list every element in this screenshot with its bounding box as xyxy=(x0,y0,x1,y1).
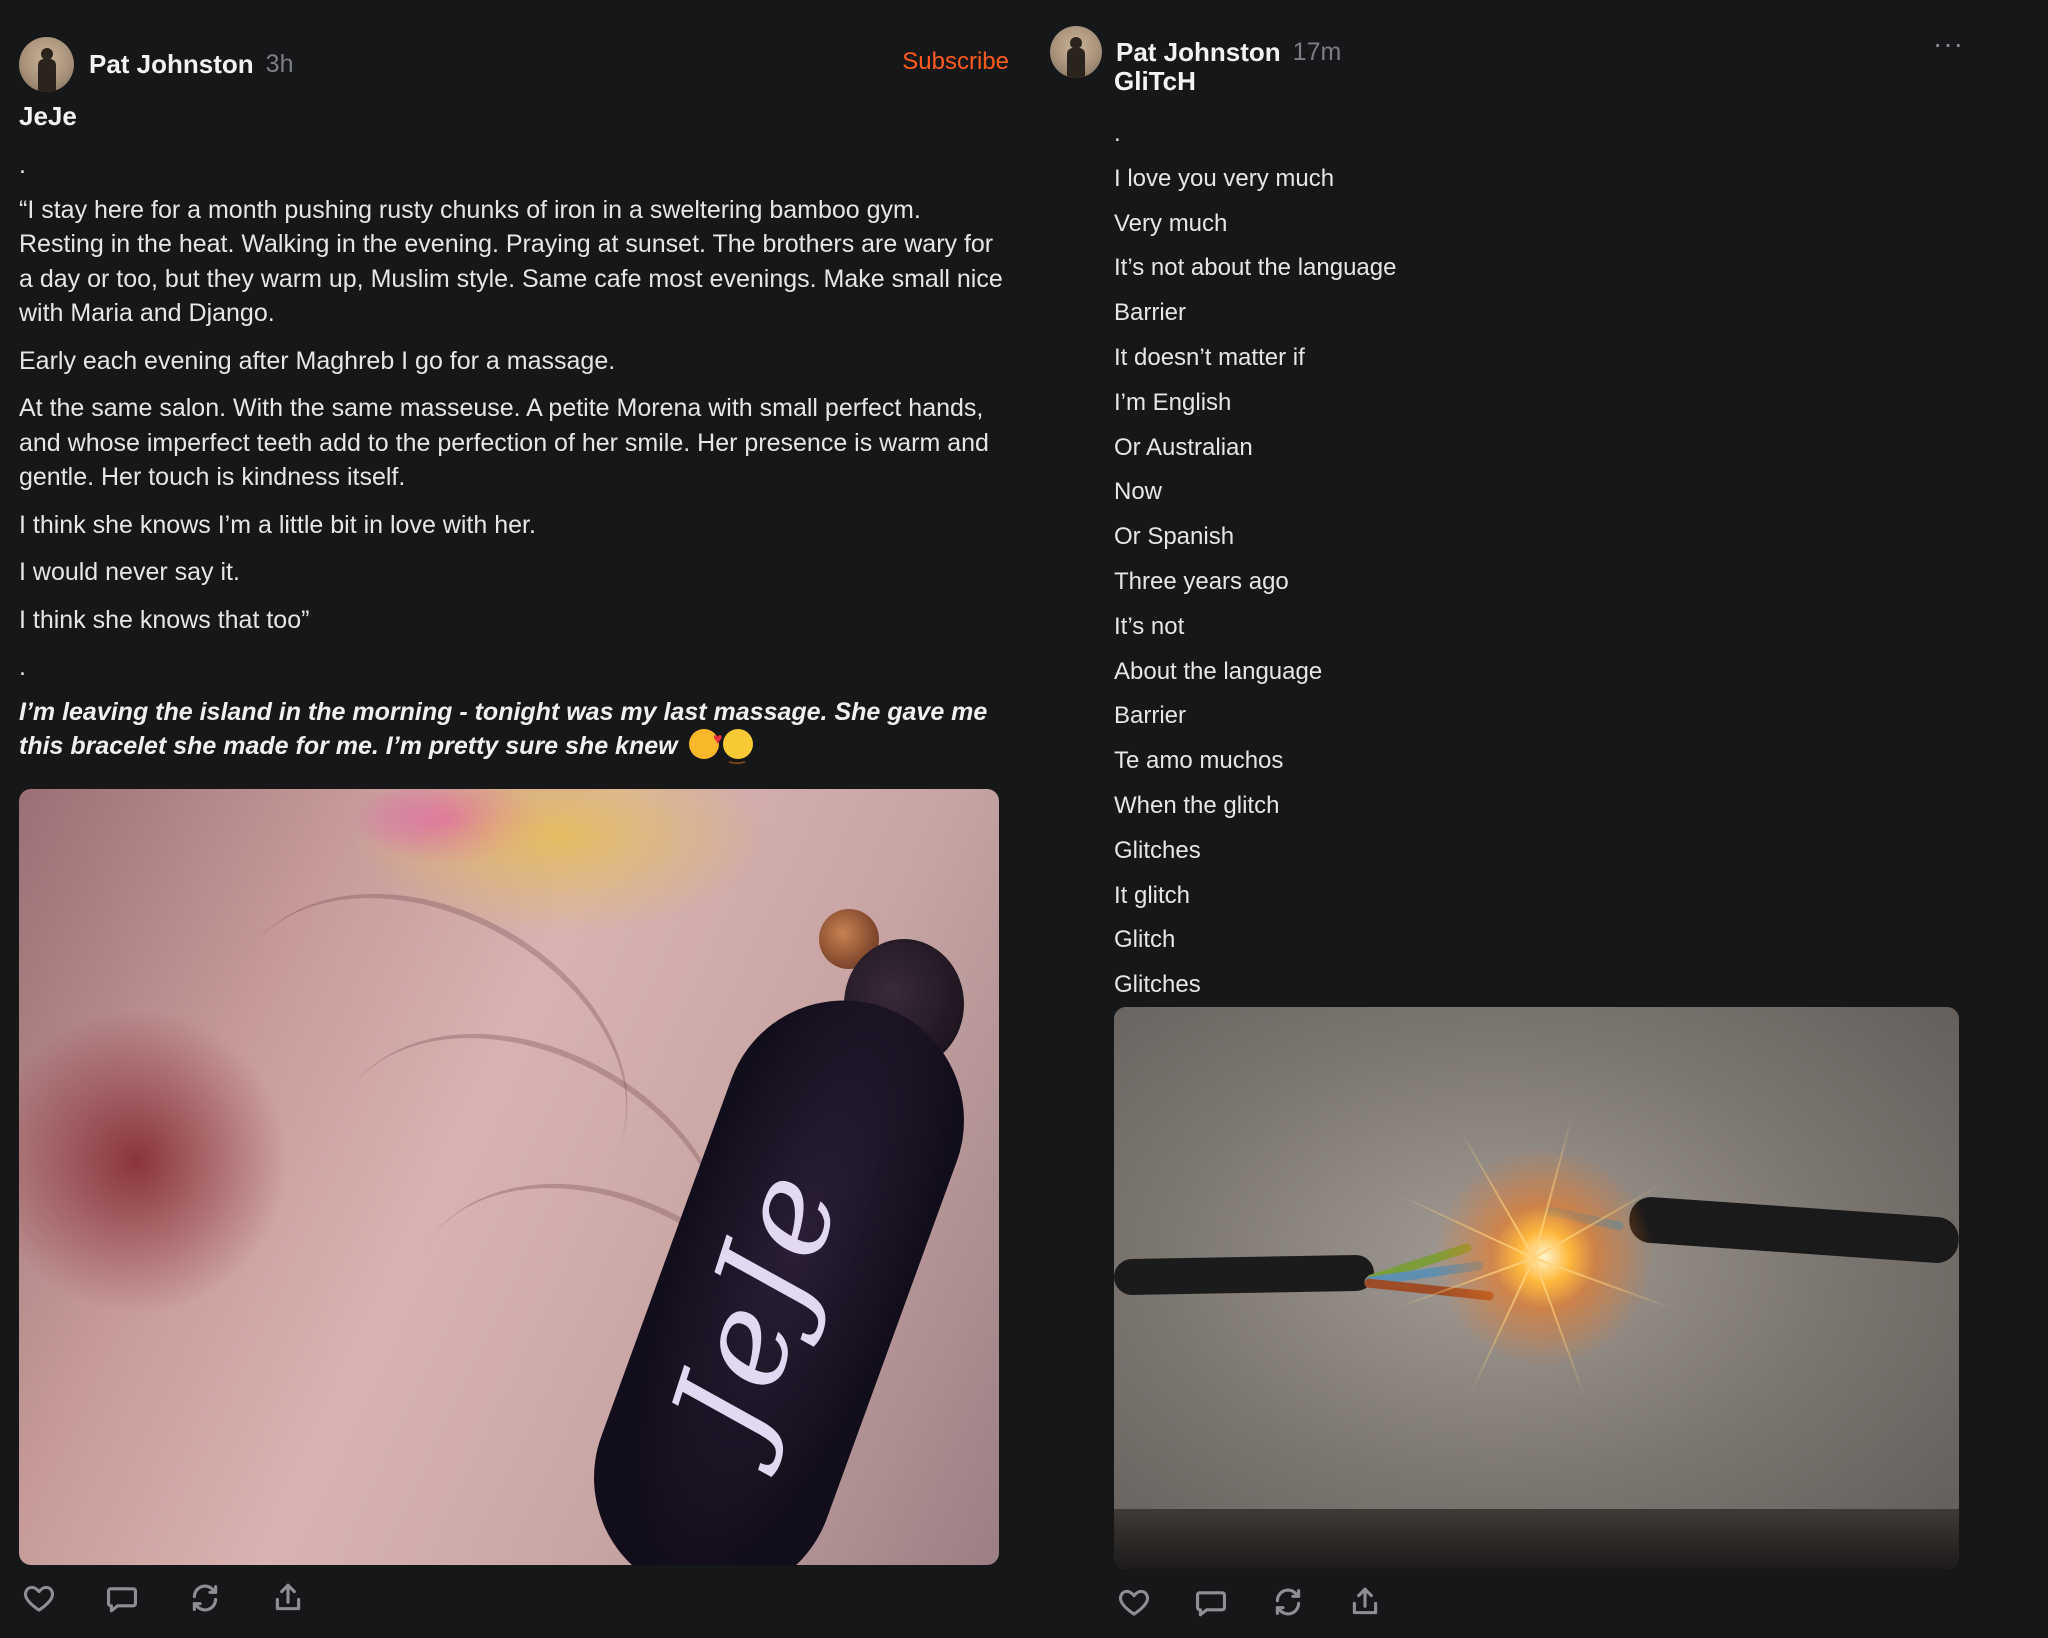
smiling-face-with-hearts-icon xyxy=(688,723,723,759)
comment-button[interactable] xyxy=(102,1578,142,1618)
post-body: . I love you very much Very much It’s no… xyxy=(1114,112,1814,1008)
share-button[interactable] xyxy=(268,1578,308,1618)
more-options-icon[interactable]: ··· xyxy=(1933,30,1964,58)
poem-line: Te amo muchos xyxy=(1114,747,1284,775)
repost-icon xyxy=(192,1584,218,1612)
bracelet-image: JeJe xyxy=(19,789,999,1565)
share-icon xyxy=(275,1583,301,1611)
poem-line: It’s not about the language xyxy=(1114,254,1397,282)
paragraph: . xyxy=(19,653,26,681)
poem-line: It doesn’t matter if xyxy=(1114,343,1305,371)
bracelet-photo[interactable]: JeJe xyxy=(19,789,999,1565)
avatar-figure-body xyxy=(37,58,56,92)
poem-line: Three years ago xyxy=(1114,567,1289,595)
poem-line: Barrier xyxy=(1114,299,1187,327)
post-time: 17m xyxy=(1292,37,1342,66)
emphasis-paragraph: I’m leaving the island in the morning - … xyxy=(19,695,1004,772)
post-header: Pat Johnston 3h Subscribe xyxy=(19,36,1011,92)
heart-icon xyxy=(1119,1589,1149,1616)
subscribe-button[interactable]: Subscribe xyxy=(902,48,1009,76)
smiling-face-icon xyxy=(722,729,753,772)
paragraph: I think she knows that too” xyxy=(19,605,310,634)
paragraph: At the same salon. With the same masseus… xyxy=(19,394,989,491)
heart-icon xyxy=(24,1585,54,1612)
post-body: . “I stay here for a month pushing rusty… xyxy=(19,148,1004,777)
floor-shadow xyxy=(1114,1509,1959,1569)
poem-line: I love you very much xyxy=(1114,164,1335,192)
poem-line: Or Spanish xyxy=(1114,523,1235,551)
paragraph: Early each evening after Maghreb I go fo… xyxy=(19,346,616,375)
like-button[interactable] xyxy=(1114,1582,1154,1622)
sparking-wire-image xyxy=(1114,1007,1959,1569)
avatar[interactable] xyxy=(1050,26,1102,78)
cable-left xyxy=(1114,1254,1375,1296)
poem-line: It glitch xyxy=(1114,881,1191,909)
comment-icon xyxy=(1195,1591,1227,1617)
poem-line: Glitches xyxy=(1114,836,1201,864)
avatar-figure-head xyxy=(40,47,53,60)
emphasis-text: I’m leaving the island in the morning - … xyxy=(19,697,988,761)
action-bar xyxy=(19,1578,308,1618)
paragraph: . xyxy=(19,151,26,179)
poem-line: It’s not xyxy=(1114,612,1185,640)
poem-line: Glitch xyxy=(1114,926,1176,954)
poem-line: About the language xyxy=(1114,657,1323,685)
post-title: JeJe xyxy=(19,101,77,131)
post-title: GliTcH xyxy=(1114,66,1196,96)
share-icon xyxy=(1352,1587,1378,1615)
poem-line: I’m English xyxy=(1114,388,1232,416)
comment-button[interactable] xyxy=(1191,1582,1231,1622)
comment-icon xyxy=(106,1587,138,1613)
author-name[interactable]: Pat Johnston xyxy=(89,49,254,80)
poem-line: Very much xyxy=(1114,209,1228,237)
paragraph: I would never say it. xyxy=(19,558,240,586)
author-name[interactable]: Pat Johnston xyxy=(1116,37,1281,68)
spark-glow xyxy=(1414,1127,1674,1387)
repost-button[interactable] xyxy=(1268,1582,1308,1622)
repost-icon xyxy=(1275,1588,1301,1616)
poem-line: Glitches xyxy=(1114,971,1201,999)
share-button[interactable] xyxy=(1345,1582,1385,1622)
poem-line: Barrier xyxy=(1114,702,1187,730)
avatar[interactable] xyxy=(19,36,74,92)
paragraph: I think she knows I’m a little bit in lo… xyxy=(19,510,536,539)
poem-line: . xyxy=(1114,120,1121,147)
avatar-figure-body xyxy=(1067,48,1085,78)
cable-right xyxy=(1627,1195,1959,1265)
repost-button[interactable] xyxy=(185,1578,225,1618)
action-bar xyxy=(1114,1582,1385,1622)
post-time: 3h xyxy=(265,49,294,78)
sparking-wire-photo[interactable] xyxy=(1114,1007,1959,1569)
like-button[interactable] xyxy=(19,1578,59,1618)
poem-line: Or Australian xyxy=(1114,433,1253,461)
paragraph: “I stay here for a month pushing rusty c… xyxy=(19,195,1003,328)
poem-line: Now xyxy=(1114,478,1163,506)
poem-line: When the glitch xyxy=(1114,791,1280,819)
